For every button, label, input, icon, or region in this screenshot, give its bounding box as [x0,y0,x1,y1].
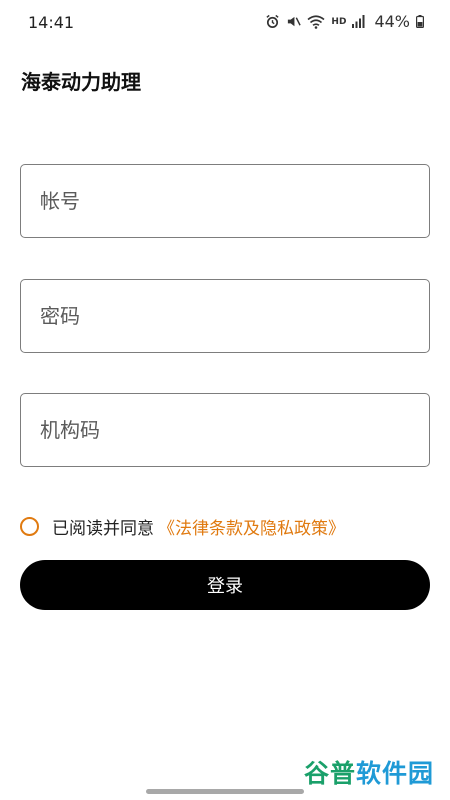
agree-radio[interactable] [20,516,39,536]
watermark-part1: 谷普 [304,759,357,788]
password-field[interactable] [20,279,430,353]
hd-label: HD [331,16,347,27]
alarm-icon [265,14,280,29]
signal-icon [352,15,366,28]
page-title: 海泰动力助理 [21,70,141,94]
login-button[interactable]: 登录 [20,560,430,610]
home-indicator[interactable] [146,789,304,794]
password-input[interactable] [21,280,429,352]
status-icons: HD 44% [265,12,424,31]
account-field[interactable] [20,164,430,238]
watermark-logo: 谷普 软件园 [304,752,440,792]
legal-privacy-link[interactable]: 《法律条款及隐私政策》 [158,514,345,539]
battery-percent: 44% [374,12,410,31]
watermark-part2: 软件园 [356,759,435,788]
account-input[interactable] [21,165,429,237]
wifi-icon [307,14,325,29]
battery-icon [416,15,424,28]
org-code-field[interactable] [20,393,430,467]
agreement-text: 已阅读并同意 [52,518,154,539]
status-bar: 14:41 HD 44% [0,0,450,44]
agreement-row: 已阅读并同意 《法律条款及隐私政策》 [20,513,345,539]
mute-icon [286,14,302,29]
status-time: 14:41 [28,13,75,32]
org-code-input[interactable] [21,394,429,466]
